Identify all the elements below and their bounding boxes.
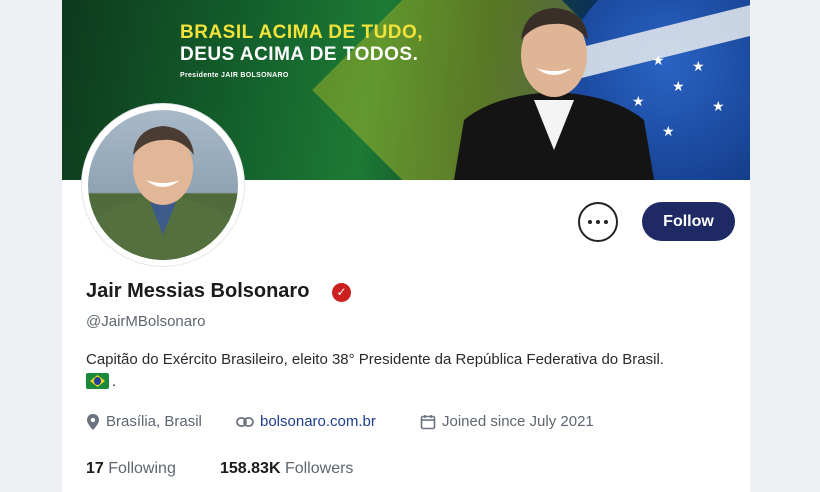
location-text: Brasília, Brasil [106, 413, 202, 430]
bio-suffix: . [112, 373, 117, 390]
profile-handle: @JairMBolsonaro [86, 313, 206, 330]
more-dots-icon [588, 220, 592, 224]
profile-website[interactable]: bolsonaro.com.br [236, 413, 376, 430]
following-stat[interactable]: 17 Following [86, 460, 176, 478]
profile-card: ★ ★ ★ ★ ★ ★ BRASIL ACIMA DE TUDO, DEUS A… [62, 0, 750, 492]
following-label: Following [108, 460, 176, 477]
star-icon: ★ [712, 99, 725, 115]
slogan-line2: DEUS ACIMA DE TODOS. [180, 44, 419, 65]
calendar-icon [420, 414, 436, 429]
profile-name: Jair Messias Bolsonaro [86, 280, 310, 302]
following-count: 17 [86, 460, 104, 477]
profile-avatar[interactable] [82, 104, 244, 266]
more-options-button[interactable] [578, 202, 618, 242]
link-icon [236, 416, 254, 427]
website-link[interactable]: bolsonaro.com.br [260, 413, 376, 430]
location-pin-icon [87, 413, 99, 430]
star-icon: ★ [662, 124, 675, 140]
profile-joined: Joined since July 2021 [420, 413, 594, 430]
followers-stat[interactable]: 158.83K Followers [220, 460, 353, 478]
joined-text: Joined since July 2021 [442, 413, 594, 430]
star-icon: ★ [692, 59, 705, 75]
slogan-line1: BRASIL ACIMA DE TUDO, [180, 22, 424, 43]
star-icon: ★ [672, 79, 685, 95]
verified-badge-icon: ✓ [332, 283, 351, 302]
more-dots-icon [596, 220, 600, 224]
follow-button[interactable]: Follow [642, 202, 735, 241]
profile-location: Brasília, Brasil [86, 413, 202, 430]
slogan-signature: Presidente JAIR BOLSONARO [180, 72, 289, 79]
banner-portrait [454, 8, 654, 180]
profile-bio: Capitão do Exército Brasileiro, eleito 3… [86, 351, 664, 368]
more-dots-icon [604, 220, 608, 224]
brazil-flag-icon [86, 373, 109, 389]
avatar-image [88, 110, 238, 260]
banner-slogan: BRASIL ACIMA DE TUDO, DEUS ACIMA DE TODO… [180, 22, 423, 79]
followers-label: Followers [284, 460, 354, 477]
followers-count: 158.83K [220, 460, 281, 477]
